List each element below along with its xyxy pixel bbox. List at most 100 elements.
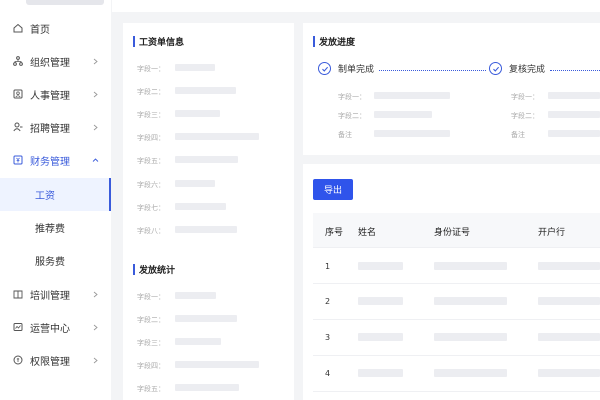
personnel-icon [13, 89, 23, 99]
cell-placeholder [434, 262, 507, 270]
sidebar-item-label: 组织管理 [30, 57, 70, 69]
chevron-right-icon [93, 124, 98, 130]
field-value-placeholder [374, 92, 450, 99]
org-icon [13, 56, 23, 66]
column-header: 身份证号 [434, 228, 471, 238]
cell-placeholder [538, 297, 600, 305]
salary-info-title: 工资单信息 [133, 35, 184, 48]
training-icon [13, 289, 23, 299]
row-divider [313, 355, 600, 356]
field-label: 字段一： [338, 93, 366, 101]
finance-icon [13, 155, 23, 165]
row-divider [313, 391, 600, 392]
sidebar-item-label: 运营中心 [30, 323, 70, 335]
top-fragment [26, 0, 104, 5]
field-label: 字段二： [137, 88, 165, 96]
chevron-right-icon [93, 58, 98, 64]
sidebar-item-permission[interactable]: 权限管理 [0, 344, 111, 376]
cell-placeholder [434, 333, 507, 341]
permission-icon [13, 355, 23, 365]
progress-step-label: 制单完成 [338, 65, 375, 75]
field-value-placeholder [175, 64, 215, 71]
sidebar-subitem-label: 服务费 [35, 257, 65, 268]
field-label: 字段四： [137, 362, 165, 370]
field-label: 字段三： [137, 339, 165, 347]
field-value-placeholder [175, 315, 237, 322]
row-index: 3 [325, 333, 331, 342]
field-label: 字段二： [338, 112, 366, 120]
cell-placeholder [358, 297, 403, 305]
sidebar-item-finance[interactable]: 财务管理 [0, 144, 111, 176]
field-value-placeholder [175, 338, 221, 345]
sidebar-item-label: 招聘管理 [30, 123, 70, 135]
sidebar-item-home[interactable]: 首页 [0, 12, 111, 44]
export-button[interactable]: 导出 [313, 179, 353, 200]
field-value-placeholder [548, 111, 600, 118]
sidebar-item-label: 培训管理 [30, 290, 70, 302]
chevron-right-icon [93, 91, 98, 97]
field-value-placeholder [374, 111, 432, 118]
sidebar-item-operations[interactable]: 运营中心 [0, 311, 111, 343]
chevron-up-icon [92, 157, 99, 162]
field-value-placeholder [175, 384, 239, 391]
field-value-placeholder [175, 361, 259, 368]
progress-connector [550, 70, 600, 71]
sidebar-subitem-referral-fee[interactable]: 推荐费 [0, 211, 111, 244]
progress-step-label: 复核完成 [509, 65, 546, 75]
cell-placeholder [538, 333, 600, 341]
field-label: 字段六： [137, 181, 165, 189]
home-icon [13, 23, 23, 33]
field-label: 字段二： [511, 112, 539, 120]
sidebar-item-label: 首页 [30, 24, 50, 36]
sidebar-subitem-salary[interactable]: 工资 [0, 178, 111, 211]
row-index: 2 [325, 297, 331, 306]
row-divider [313, 319, 600, 320]
field-label: 字段七： [137, 204, 165, 212]
progress-step: 制单完成 [318, 62, 374, 75]
field-value-placeholder [175, 133, 259, 140]
column-header: 姓名 [358, 228, 377, 238]
cell-placeholder [358, 333, 403, 341]
field-label: 备注 [338, 131, 352, 139]
header-strip [112, 0, 600, 12]
field-value-placeholder [548, 92, 600, 99]
sidebar: 首页 组织管理 人事管理 招聘管理 财务管理 工资 推荐费 服务费 培训管理 运… [0, 0, 111, 400]
sidebar-subitem-label: 工资 [35, 191, 55, 202]
chevron-right-icon [93, 324, 98, 330]
cell-placeholder [358, 262, 403, 270]
field-label: 字段一： [137, 293, 165, 301]
field-value-placeholder [548, 130, 600, 137]
sidebar-item-personnel[interactable]: 人事管理 [0, 78, 111, 110]
field-value-placeholder [175, 226, 237, 233]
row-divider [313, 283, 600, 284]
field-value-placeholder [175, 292, 216, 299]
column-header: 开户行 [538, 228, 566, 238]
row-index: 1 [325, 262, 331, 271]
field-value-placeholder [175, 87, 236, 94]
field-label: 字段二： [137, 316, 165, 324]
field-label: 字段八： [137, 227, 165, 235]
payout-stats-title: 发放统计 [133, 263, 175, 276]
cell-placeholder [434, 369, 507, 377]
sidebar-subitem-label: 推荐费 [35, 224, 65, 235]
field-value-placeholder [175, 203, 226, 210]
cell-placeholder [538, 369, 600, 377]
field-value-placeholder [374, 130, 450, 137]
chevron-right-icon [93, 357, 98, 363]
cell-placeholder [358, 369, 403, 377]
field-label: 字段三： [137, 111, 165, 119]
recruit-icon [13, 122, 23, 132]
cell-placeholder [434, 297, 507, 305]
sidebar-item-org[interactable]: 组织管理 [0, 45, 111, 77]
progress-connector [379, 70, 486, 71]
sidebar-item-training[interactable]: 培训管理 [0, 278, 111, 310]
field-label: 字段五： [137, 385, 165, 393]
field-label: 备注 [511, 131, 525, 139]
sidebar-subitem-service-fee[interactable]: 服务费 [0, 244, 111, 277]
field-label: 字段四： [137, 134, 165, 142]
sidebar-item-recruit[interactable]: 招聘管理 [0, 111, 111, 143]
field-value-placeholder [175, 180, 215, 187]
field-value-placeholder [175, 110, 220, 117]
payout-progress-title: 发放进度 [313, 35, 355, 48]
sidebar-item-label: 财务管理 [30, 156, 70, 168]
